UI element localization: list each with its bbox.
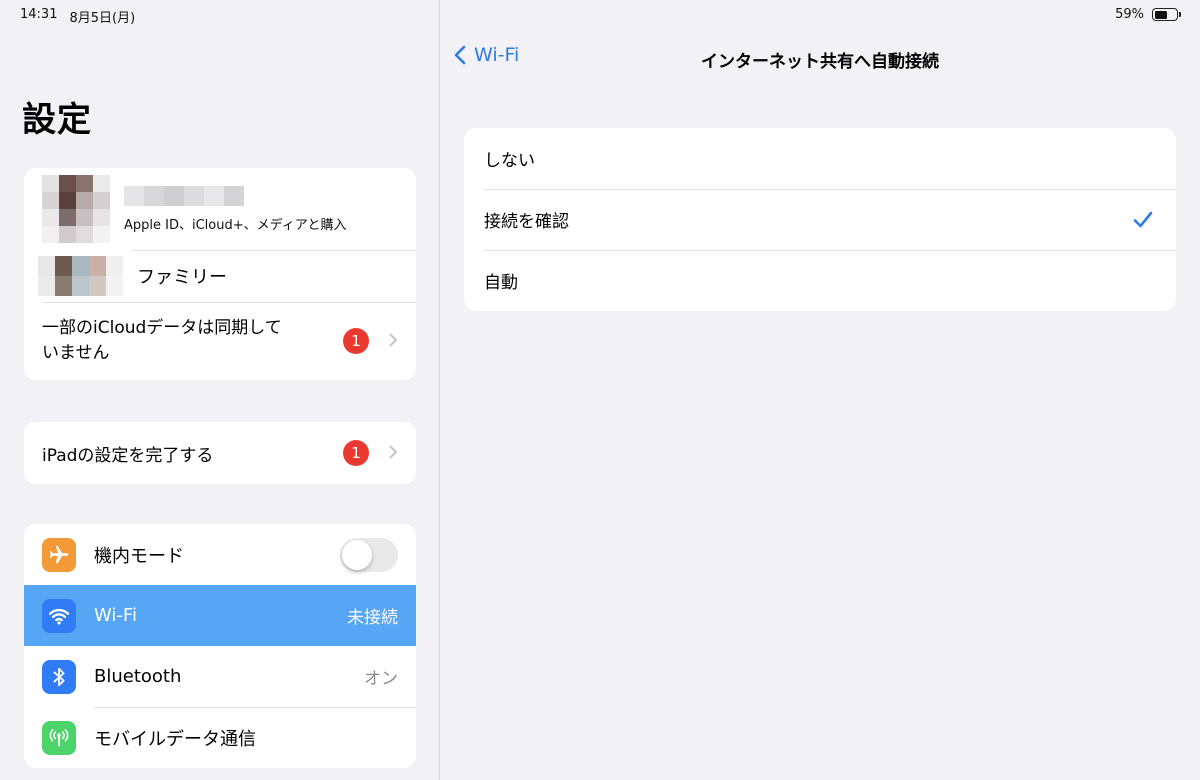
apple-id-subtitle: Apple ID、iCloud+、メディアと購入 <box>124 217 347 233</box>
notification-badge: 1 <box>343 440 369 466</box>
family-label: ファミリー <box>137 267 227 288</box>
family-avatars <box>38 256 123 296</box>
airplane-mode-label: 機内モード <box>94 545 184 567</box>
auto-join-hotspot-options: しない 接続を確認 自動 <box>464 128 1176 311</box>
connectivity-group: 機内モード Wi-Fi 未接続 Bluetooth オン モバイルデータ通信 <box>24 524 416 768</box>
bluetooth-status-value: オン <box>364 669 398 689</box>
option-label: しない <box>484 151 535 171</box>
detail-title: インターネット共有へ自動接続 <box>701 52 939 72</box>
apple-id-row[interactable]: Apple ID、iCloud+、メディアと購入 <box>24 168 416 250</box>
antenna-icon <box>42 720 76 755</box>
option-label: 接続を確認 <box>484 212 569 232</box>
sidebar-item-airplane-mode[interactable]: 機内モード <box>24 524 416 585</box>
settings-sidebar: 設定 Apple ID、iCloud+、メディアと購入 ファミリー 一部のiCl… <box>0 0 440 780</box>
blurred-user-name <box>124 185 346 206</box>
page-title: 設定 <box>22 100 92 140</box>
ipad-setup-group: iPadの設定を完了する 1 <box>24 422 416 484</box>
finish-ipad-setup-label: iPadの設定を完了する <box>42 445 214 466</box>
sidebar-item-mobile-data[interactable]: モバイルデータ通信 <box>24 707 416 768</box>
checkmark-icon <box>1133 211 1153 227</box>
mobile-data-label: モバイルデータ通信 <box>94 728 256 750</box>
chevron-right-icon <box>389 331 398 352</box>
icloud-sync-label-line1: 一部のiCloudデータは同期して <box>42 317 282 338</box>
option-never[interactable]: しない <box>464 128 1176 189</box>
option-label: 自動 <box>484 273 518 293</box>
wifi-label: Wi-Fi <box>94 605 137 626</box>
battery-percent: 59% <box>1115 7 1144 22</box>
icloud-sync-label-line2: いません <box>42 343 110 363</box>
bluetooth-icon <box>42 659 76 694</box>
sidebar-item-wifi[interactable]: Wi-Fi 未接続 <box>24 585 416 646</box>
sidebar-item-bluetooth[interactable]: Bluetooth オン <box>24 646 416 707</box>
family-row[interactable]: ファミリー <box>24 250 416 302</box>
battery-level-fill <box>1154 10 1167 19</box>
wifi-status-value: 未接続 <box>347 608 398 628</box>
notification-badge: 1 <box>343 328 369 354</box>
battery-icon <box>1152 8 1181 21</box>
finish-ipad-setup-row[interactable]: iPadの設定を完了する 1 <box>24 422 416 484</box>
bluetooth-label: Bluetooth <box>94 666 182 687</box>
avatar <box>42 175 110 243</box>
chevron-right-icon <box>389 443 398 464</box>
profile-text: Apple ID、iCloud+、メディアと購入 <box>124 185 347 233</box>
wifi-icon <box>42 598 76 633</box>
toggle-knob <box>342 539 372 570</box>
airplane-icon <box>42 537 76 572</box>
option-automatic[interactable]: 自動 <box>464 250 1176 311</box>
option-ask-to-join[interactable]: 接続を確認 <box>464 189 1176 250</box>
icloud-sync-label: 一部のiCloudデータは同期して いません <box>42 316 343 367</box>
airplane-mode-toggle[interactable] <box>340 537 398 572</box>
icloud-sync-warning-row[interactable]: 一部のiCloudデータは同期して いません 1 <box>24 302 416 380</box>
status-bar-right: 59% <box>1115 7 1181 22</box>
account-group: Apple ID、iCloud+、メディアと購入 ファミリー 一部のiCloud… <box>24 168 416 380</box>
